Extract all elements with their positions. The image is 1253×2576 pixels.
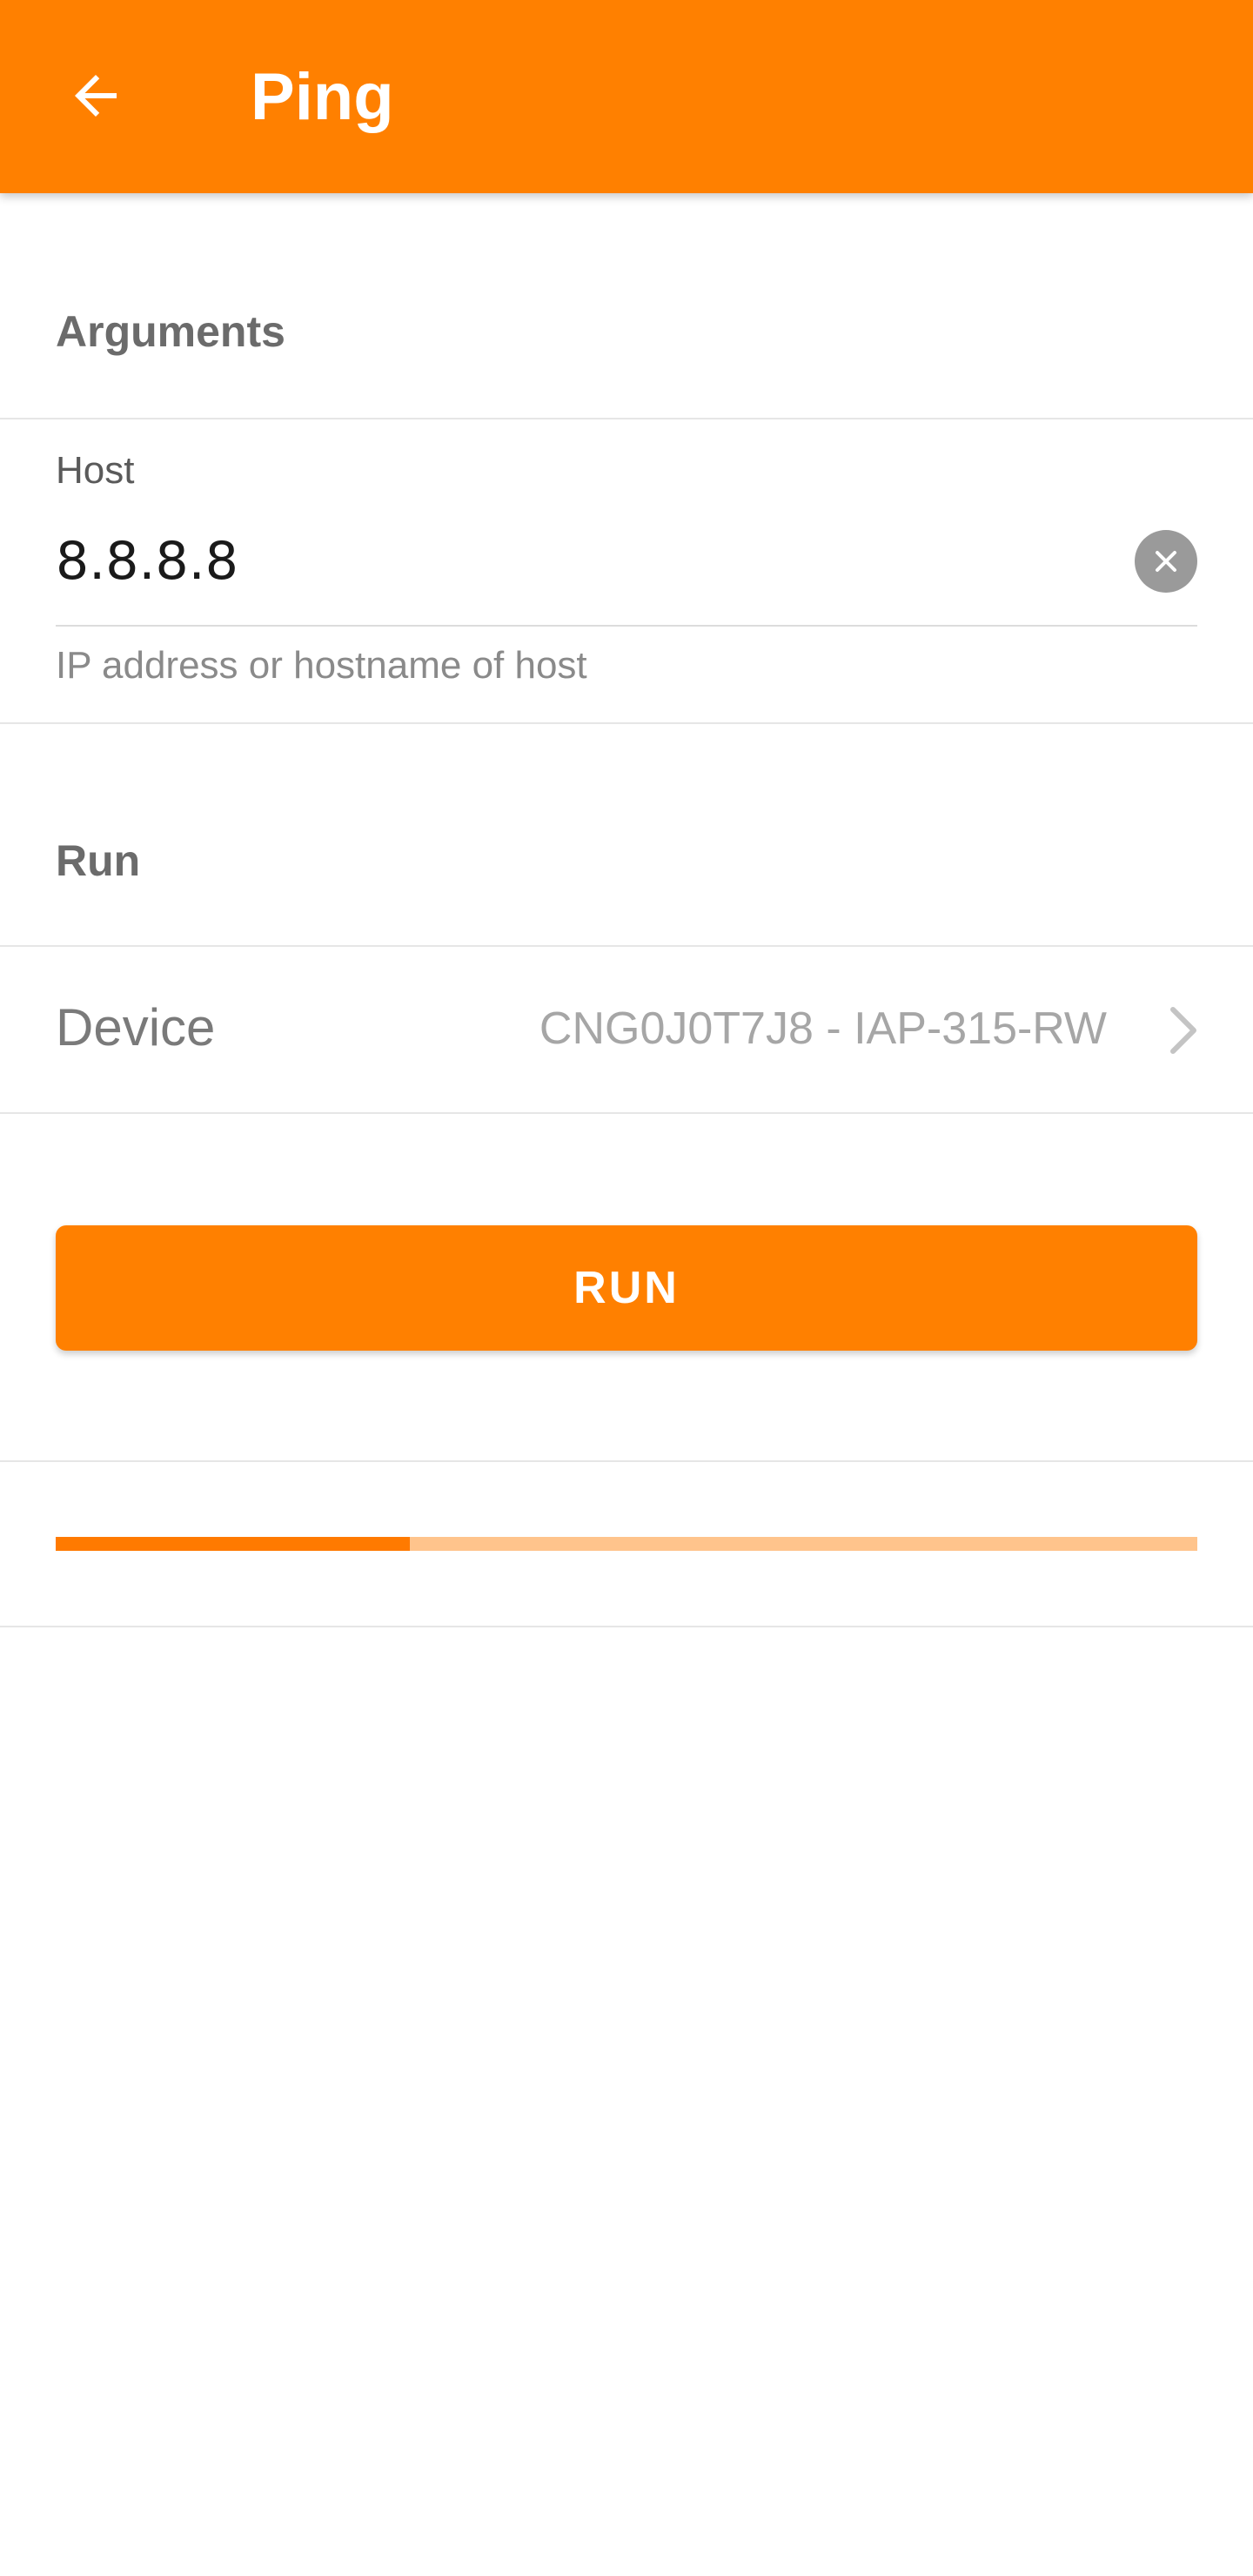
app-bar: Ping <box>0 0 1253 193</box>
arguments-section-header: Arguments <box>0 193 1253 419</box>
chevron-right-icon <box>1170 1007 1196 1054</box>
close-icon <box>1156 551 1176 572</box>
progress-bar <box>56 1537 1197 1551</box>
host-helper-text: IP address or hostname of host <box>56 644 587 687</box>
divider <box>0 1626 1253 1627</box>
arrow-left-icon <box>75 75 117 117</box>
arguments-section-title: Arguments <box>56 307 285 356</box>
host-field: Host IP address or hostname of host <box>0 419 1253 724</box>
device-value: CNG0J0T7J8 - IAP-315-RW <box>539 1003 1107 1054</box>
progress-fill <box>56 1537 410 1551</box>
page-title: Ping <box>251 60 394 134</box>
host-input[interactable] <box>56 522 1117 600</box>
run-section-title: Run <box>56 836 141 885</box>
host-label: Host <box>56 449 135 492</box>
divider <box>0 1460 1253 1462</box>
run-button[interactable]: RUN <box>56 1225 1197 1351</box>
run-section-header: Run <box>0 724 1253 947</box>
device-label: Device <box>56 998 216 1057</box>
host-input-underline <box>56 625 1197 627</box>
clear-host-button[interactable] <box>1135 530 1197 593</box>
back-button[interactable] <box>49 49 143 143</box>
device-selector[interactable]: Device CNG0J0T7J8 - IAP-315-RW <box>0 947 1253 1114</box>
